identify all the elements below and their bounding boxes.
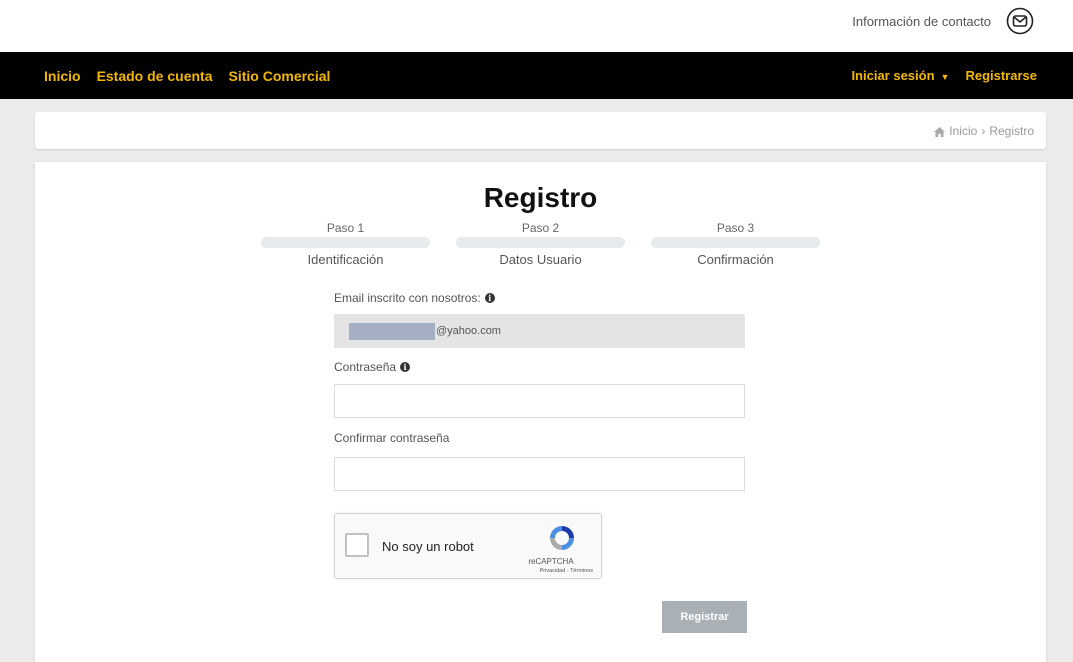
password-label-text: Contraseña bbox=[334, 360, 397, 374]
password-label: Contraseña i bbox=[334, 359, 747, 375]
caret-down-icon: ▼ bbox=[940, 72, 950, 82]
breadcrumb-panel: Inicio › Registro bbox=[35, 112, 1046, 149]
page-title: Registro bbox=[483, 182, 598, 213]
email-suffix: @yahoo.com bbox=[436, 325, 501, 337]
step-bar bbox=[456, 237, 625, 248]
confirm-password-input[interactable] bbox=[334, 457, 745, 491]
step-3: Paso 3 Confirmación bbox=[651, 220, 820, 267]
info-icon[interactable]: i bbox=[484, 293, 495, 303]
nav-right: Iniciar sesión ▼ Registrarse bbox=[851, 68, 1073, 83]
step-bar bbox=[651, 237, 820, 248]
step-number: Paso 3 bbox=[716, 221, 755, 235]
breadcrumb-home[interactable]: Inicio bbox=[949, 124, 977, 138]
contact-info[interactable]: Información de contacto bbox=[852, 6, 1035, 36]
nav-link-sitio-comercial[interactable]: Sitio Comercial bbox=[228, 68, 330, 84]
step-number: Paso 1 bbox=[326, 221, 365, 235]
step-name: Confirmación bbox=[697, 252, 774, 267]
step-1: Paso 1 Identificación bbox=[261, 220, 430, 267]
nav-link-inicio[interactable]: Inicio bbox=[44, 68, 81, 84]
recaptcha-brand: reCAPTCHA bbox=[528, 557, 574, 566]
nav-link-estado-de-cuenta[interactable]: Estado de cuenta bbox=[97, 68, 213, 84]
step-name: Datos Usuario bbox=[499, 252, 582, 267]
email-label: Email inscrito con nosotros: i bbox=[334, 290, 747, 306]
registration-card: Registro Paso 1 Identificación Paso 2 Da… bbox=[35, 162, 1046, 662]
register-link[interactable]: Registrarse bbox=[965, 68, 1037, 83]
email-field: @yahoo.com bbox=[334, 314, 745, 348]
step-2: Paso 2 Datos Usuario bbox=[456, 220, 625, 267]
step-name: Identificación bbox=[307, 252, 384, 267]
confirm-password-label: Confirmar contraseña bbox=[334, 430, 747, 446]
info-icon[interactable]: i bbox=[400, 362, 411, 372]
confirm-label-text: Confirmar contraseña bbox=[334, 431, 450, 445]
recaptcha-widget: No soy un robot reCAPTCHA Privacidad - T… bbox=[334, 513, 602, 579]
recaptcha-label: No soy un robot bbox=[382, 539, 474, 554]
step-progress: Paso 1 Identificación Paso 2 Datos Usuar… bbox=[261, 220, 821, 270]
password-input[interactable] bbox=[334, 384, 745, 418]
register-button[interactable]: Registrar bbox=[662, 601, 747, 633]
recaptcha-checkbox[interactable] bbox=[345, 533, 369, 557]
contact-label[interactable]: Información de contacto bbox=[852, 14, 991, 29]
login-label: Iniciar sesión bbox=[851, 68, 935, 83]
mail-icon[interactable] bbox=[1005, 6, 1035, 36]
main-nav: Inicio Estado de cuenta Sitio Comercial … bbox=[0, 52, 1073, 99]
recaptcha-logo-icon bbox=[550, 526, 574, 550]
step-number: Paso 2 bbox=[521, 221, 560, 235]
login-dropdown[interactable]: Iniciar sesión ▼ bbox=[851, 68, 949, 83]
redacted-email bbox=[349, 322, 435, 340]
nav-left: Inicio Estado de cuenta Sitio Comercial bbox=[0, 68, 330, 84]
top-contact-bar: Información de contacto bbox=[0, 0, 1073, 52]
breadcrumb-separator: › bbox=[981, 123, 986, 138]
breadcrumb: Inicio › Registro bbox=[934, 112, 1034, 149]
home-icon[interactable] bbox=[934, 126, 946, 137]
breadcrumb-current: Registro bbox=[989, 123, 1034, 138]
registration-form: Email inscrito con nosotros: i @yahoo.co… bbox=[334, 290, 747, 491]
step-bar bbox=[261, 237, 430, 248]
email-label-text: Email inscrito con nosotros: bbox=[334, 291, 481, 305]
recaptcha-links[interactable]: Privacidad - Términos bbox=[503, 568, 593, 574]
